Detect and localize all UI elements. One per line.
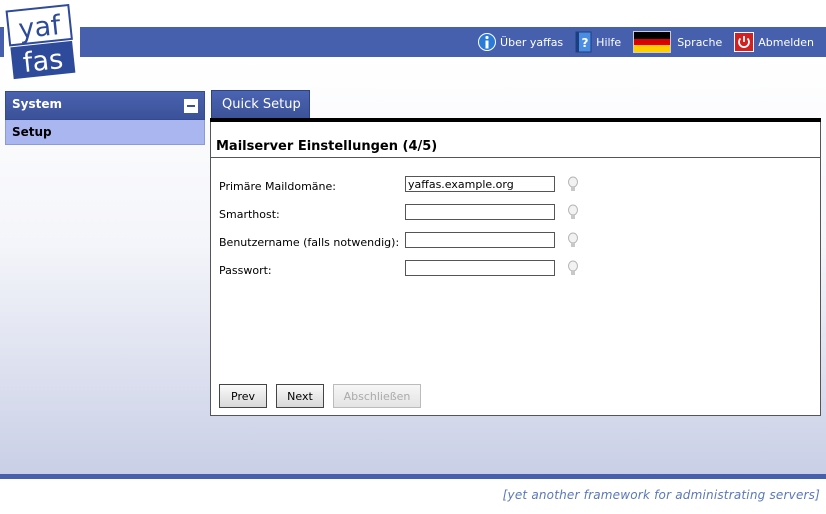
logo-text-bottom: fas (21, 44, 64, 79)
prev-button[interactable]: Prev (219, 384, 267, 408)
help-link[interactable]: ? Hilfe (575, 31, 621, 53)
primary-domain-label: Primäre Maildomäne: (219, 180, 336, 193)
language-link-label: Sprache (677, 35, 723, 49)
about-link-label: Über yaffas (500, 35, 564, 49)
primary-domain-input[interactable] (405, 176, 555, 192)
finish-button[interactable]: Abschließen (333, 384, 421, 408)
footer-bar (0, 474, 826, 479)
power-icon (734, 32, 755, 52)
german-flag-icon (633, 31, 672, 53)
tab-quick-setup[interactable]: Quick Setup (211, 90, 310, 118)
yaffas-logo: yaf fas (4, 4, 80, 80)
help-link-label: Hilfe (596, 35, 622, 49)
setup-panel: Mailserver Einstellungen (4/5) Primäre M… (210, 122, 821, 416)
logo-text-top: yaf (17, 10, 64, 45)
sidebar-item-setup[interactable]: Setup (5, 120, 205, 145)
info-icon (478, 32, 497, 52)
smarthost-label: Smarthost: (219, 208, 280, 221)
lightbulb-icon[interactable] (567, 176, 579, 194)
form-row-primary-domain: Primäre Maildomäne: (219, 176, 599, 196)
sidebar-section-system: System (5, 91, 205, 120)
next-button[interactable]: Next (276, 384, 324, 408)
language-link[interactable]: Sprache (633, 31, 722, 53)
sidebar-item-label: Setup (12, 125, 52, 139)
form-row-password: Passwort: (219, 260, 599, 280)
sidebar-section-title: System (12, 97, 62, 111)
lightbulb-icon[interactable] (567, 204, 579, 222)
password-label: Passwort: (219, 264, 272, 277)
password-input[interactable] (405, 260, 555, 276)
logout-link-label: Abmelden (758, 35, 814, 49)
username-label: Benutzername (falls notwendig): (219, 236, 400, 249)
smarthost-input[interactable] (405, 204, 555, 220)
username-input[interactable] (405, 232, 555, 248)
svg-text:?: ? (582, 36, 589, 50)
form-row-username: Benutzername (falls notwendig): (219, 232, 599, 252)
logout-link[interactable]: Abmelden (734, 32, 814, 52)
tab-label: Quick Setup (222, 97, 301, 112)
help-book-icon: ? (575, 31, 592, 53)
about-link[interactable]: Über yaffas (478, 32, 563, 52)
panel-title: Mailserver Einstellungen (4/5) (216, 139, 438, 154)
footer-tagline: [yet another framework for administratin… (502, 488, 820, 502)
lightbulb-icon[interactable] (567, 232, 579, 250)
panel-divider (211, 157, 820, 158)
form-row-smarthost: Smarthost: (219, 204, 599, 224)
top-navigation: Über yaffas ? Hilfe Sprache Abmelden (478, 27, 826, 57)
collapse-icon[interactable] (184, 99, 198, 113)
lightbulb-icon[interactable] (567, 260, 579, 278)
